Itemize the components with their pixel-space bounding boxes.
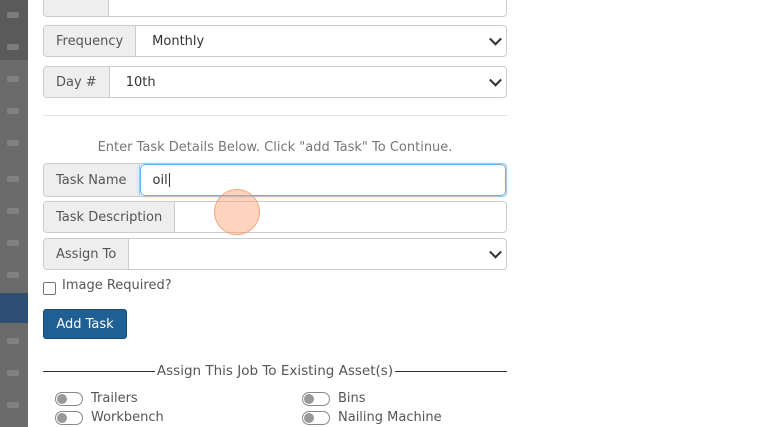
divider — [43, 115, 507, 116]
frequency-select[interactable]: Monthly — [136, 26, 506, 56]
assign-to-select[interactable] — [129, 239, 506, 269]
frequency-label: Frequency — [44, 26, 137, 56]
text-caret — [168, 173, 170, 187]
heading-line-left — [43, 370, 155, 372]
assets-heading: Assign This Job To Existing Asset(s) — [43, 361, 507, 381]
background-overlay — [0, 0, 28, 427]
assign-to-group: Assign To — [43, 238, 507, 270]
day-number-group: Day # 10th — [43, 66, 507, 98]
add-task-button[interactable]: Add Task — [43, 309, 127, 339]
image-required-checkbox[interactable] — [43, 282, 56, 295]
chevron-down-icon — [489, 245, 502, 259]
image-required-row: Image Required? — [43, 276, 172, 295]
toggle-switch[interactable] — [302, 391, 330, 406]
task-name-value: oil — [152, 172, 168, 188]
toggle-switch[interactable] — [55, 391, 83, 406]
notes-textarea[interactable] — [109, 0, 506, 16]
heading-line-right — [395, 370, 507, 372]
task-description-group: Task Description — [43, 201, 507, 233]
asset-label: Trailers — [91, 391, 138, 406]
asset-label: Workbench — [91, 410, 164, 425]
day-number-select[interactable]: 10th — [110, 67, 506, 97]
task-name-label: Task Name — [44, 164, 140, 196]
notes-textarea-group — [43, 0, 507, 17]
day-number-value: 10th — [125, 74, 156, 90]
asset-toggle-trailers[interactable]: Trailers — [55, 391, 138, 406]
frequency-group: Frequency Monthly — [43, 25, 507, 57]
asset-label: Bins — [338, 391, 366, 406]
chevron-down-icon — [489, 73, 502, 87]
toggle-switch[interactable] — [55, 410, 83, 425]
task-hint: Enter Task Details Below. Click "add Tas… — [97, 140, 453, 155]
asset-toggle-nailing-machine[interactable]: Nailing Machine — [302, 410, 442, 425]
day-number-label: Day # — [44, 67, 110, 97]
toggle-switch[interactable] — [302, 410, 330, 425]
image-required-label: Image Required? — [62, 278, 172, 293]
asset-toggle-bins[interactable]: Bins — [302, 391, 366, 406]
asset-label: Nailing Machine — [338, 410, 442, 425]
sidebar-selected-item — [0, 293, 28, 323]
click-indicator — [214, 189, 260, 235]
assign-to-label: Assign To — [44, 239, 130, 269]
asset-toggle-workbench[interactable]: Workbench — [55, 410, 164, 425]
task-description-label: Task Description — [44, 202, 176, 232]
assets-heading-text: Assign This Job To Existing Asset(s) — [156, 363, 394, 379]
notes-addon — [44, 0, 109, 16]
chevron-down-icon — [489, 32, 502, 46]
task-name-group: Task Name oil — [43, 163, 507, 197]
task-name-input[interactable]: oil — [141, 165, 505, 195]
frequency-value: Monthly — [152, 33, 205, 49]
